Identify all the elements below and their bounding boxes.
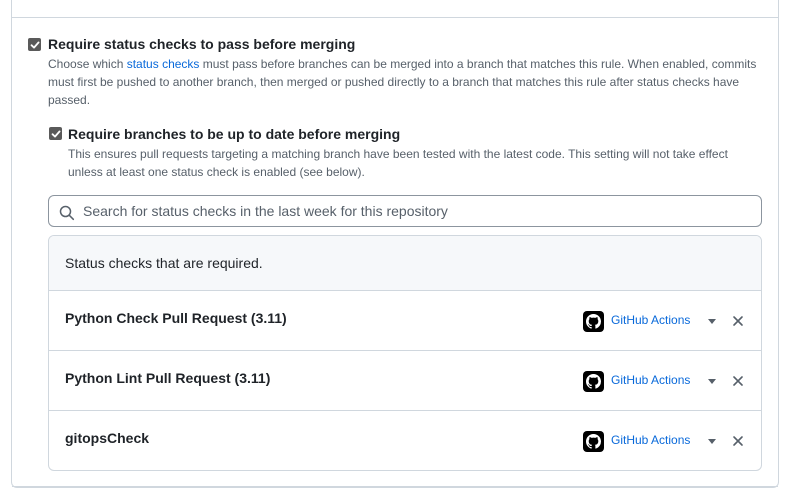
status-checks-link[interactable]: status checks (127, 57, 200, 71)
require-up-to-date-checkbox[interactable] (49, 127, 62, 140)
search-icon (59, 205, 75, 221)
status-check-search-box[interactable] (48, 195, 762, 227)
require-status-checks-description: Choose which status checks must pass bef… (48, 55, 758, 109)
caret-down-icon[interactable] (708, 319, 716, 324)
required-checks-header: Status checks that are required. (49, 236, 761, 291)
github-mark-icon (583, 371, 604, 392)
list-item: Python Check Pull Request (3.11) GitHub … (49, 291, 761, 351)
checkbox-checked-icon (30, 41, 39, 48)
check-name: Python Check Pull Request (3.11) (65, 310, 287, 326)
app-selector-link[interactable]: GitHub Actions (611, 373, 690, 387)
app-selector-link[interactable]: GitHub Actions (611, 433, 690, 447)
caret-down-icon[interactable] (708, 379, 716, 384)
app-selector-link[interactable]: GitHub Actions (611, 313, 690, 327)
divider (12, 17, 778, 18)
divider (12, 486, 778, 487)
description-text: Choose which (48, 57, 127, 71)
require-up-to-date-description: This ensures pull requests targeting a m… (68, 147, 728, 179)
x-icon[interactable] (731, 434, 745, 448)
required-status-checks-list: Status checks that are required. Python … (48, 235, 762, 471)
require-up-to-date-label[interactable]: Require branches to be up to date before… (68, 126, 400, 142)
github-mark-icon (583, 431, 604, 452)
checkbox-checked-icon (51, 130, 60, 137)
require-status-checks-checkbox[interactable] (28, 38, 41, 51)
check-name: Python Lint Pull Request (3.11) (65, 370, 271, 386)
caret-down-icon[interactable] (708, 439, 716, 444)
x-icon[interactable] (731, 374, 745, 388)
check-name: gitopsCheck (65, 430, 150, 446)
require-status-checks-label[interactable]: Require status checks to pass before mer… (48, 36, 355, 52)
status-check-search-input[interactable] (81, 196, 751, 226)
x-icon[interactable] (731, 314, 745, 328)
github-mark-icon (583, 311, 604, 332)
list-item: Python Lint Pull Request (3.11) GitHub A… (49, 351, 761, 411)
list-item: gitopsCheck GitHub Actions (49, 411, 761, 470)
